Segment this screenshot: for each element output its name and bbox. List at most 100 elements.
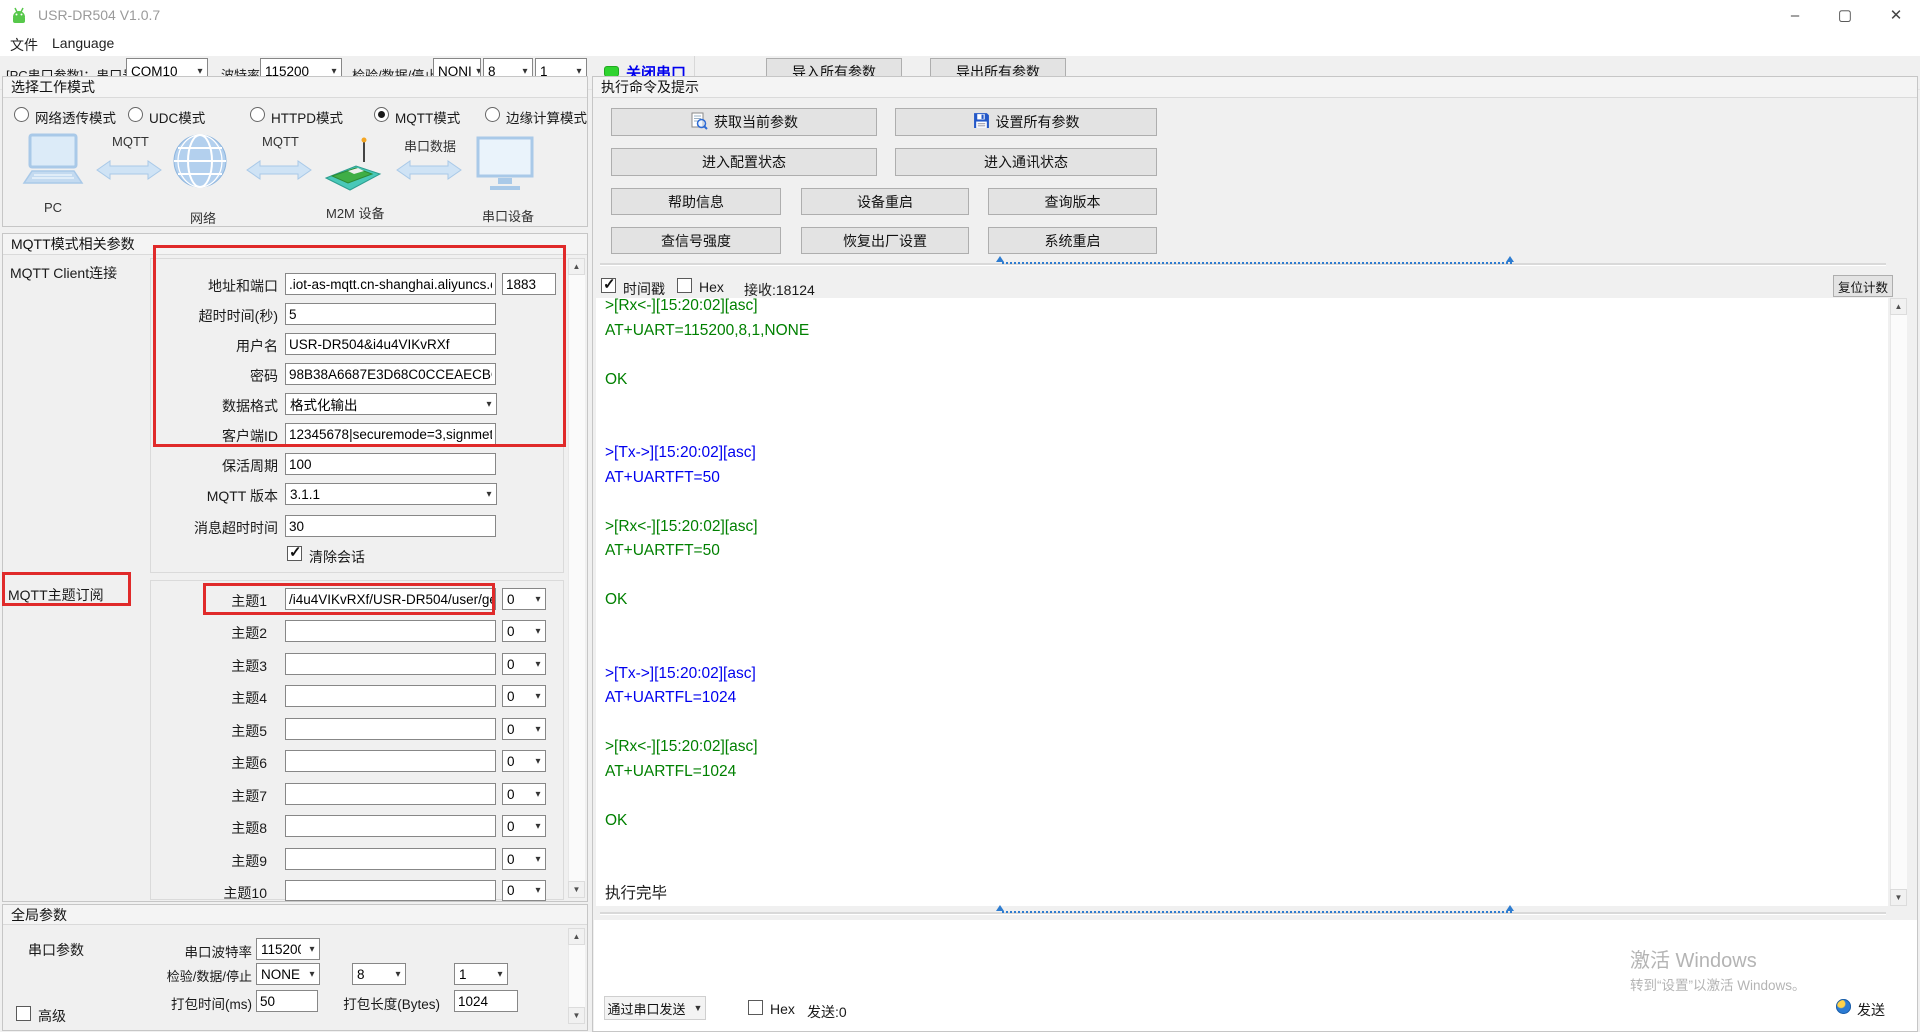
pack-time-input[interactable]	[256, 990, 318, 1012]
topic4-qos-select[interactable]: 0▾	[502, 685, 546, 707]
hex-checkbox[interactable]	[677, 278, 692, 293]
set-params-button[interactable]: 设置所有参数	[895, 108, 1157, 136]
radio-httpd-mode[interactable]	[250, 107, 265, 122]
topic6-qos-select[interactable]: 0▾	[502, 750, 546, 772]
global-stopbits-select[interactable]: 1▾	[454, 963, 508, 985]
signal-strength-button[interactable]: 查信号强度	[611, 227, 781, 254]
mqtt-panel-scrollbar[interactable]	[568, 258, 585, 898]
window-title: USR-DR504 V1.0.7	[38, 7, 160, 23]
mqtt-version-label: MQTT 版本	[148, 486, 278, 506]
pc-label: PC	[44, 200, 62, 215]
scroll-up-icon[interactable]: ▲	[568, 928, 585, 945]
topic9-input[interactable]	[285, 848, 496, 870]
clear-session-checkbox[interactable]	[287, 546, 302, 561]
log-area[interactable]: >[Rx<-][15:20:02][asc] AT+UART=115200,8,…	[596, 298, 1888, 906]
topic8-qos-select[interactable]: 0▾	[502, 815, 546, 837]
sent-count-label: 发送:0	[807, 1002, 847, 1022]
factory-reset-button[interactable]: 恢复出厂设置	[801, 227, 969, 254]
username-input[interactable]	[285, 333, 496, 355]
topic7-qos-select[interactable]: 0▾	[502, 783, 546, 805]
scroll-down-icon[interactable]: ▼	[568, 881, 585, 898]
enter-comm-button[interactable]: 进入通讯状态	[895, 148, 1157, 176]
address-input[interactable]	[285, 273, 496, 295]
topic5-input[interactable]	[285, 718, 496, 740]
advanced-checkbox[interactable]	[16, 1006, 31, 1021]
enter-config-button[interactable]: 进入配置状态	[611, 148, 877, 176]
trackbar-marker-icon[interactable]	[1506, 905, 1514, 911]
global-databits-select[interactable]: 8▾	[352, 963, 406, 985]
send-hex-checkbox[interactable]	[748, 1000, 763, 1015]
scroll-down-icon[interactable]: ▼	[568, 1007, 585, 1024]
mqtt-params-group-header: MQTT模式相关参数	[3, 234, 587, 255]
scroll-up-icon[interactable]: ▲	[1890, 298, 1907, 315]
keepalive-input[interactable]	[285, 453, 496, 475]
trackbar-marker-icon[interactable]	[996, 905, 1004, 911]
radio-udc-mode-label: UDC模式	[149, 107, 205, 127]
msg-timeout-input[interactable]	[285, 515, 496, 537]
global-databits-value: 8	[357, 967, 365, 982]
mqtt-arrow-label-1: MQTT	[112, 134, 149, 149]
topic3-input[interactable]	[285, 653, 496, 675]
scroll-down-icon[interactable]: ▼	[1890, 889, 1907, 906]
topic2-input[interactable]	[285, 620, 496, 642]
topic7-input[interactable]	[285, 783, 496, 805]
device-reboot-button[interactable]: 设备重启	[801, 188, 969, 215]
topic1-input[interactable]	[285, 588, 496, 610]
chevron-down-icon: ▾	[531, 821, 545, 832]
topic10-input[interactable]	[285, 880, 496, 901]
log-line	[605, 833, 1888, 858]
close-button[interactable]: ✕	[1872, 0, 1920, 30]
topic8-input[interactable]	[285, 815, 496, 837]
data-format-select[interactable]: 格式化输出▾	[285, 393, 497, 415]
topic10-qos-select[interactable]: 0▾	[502, 880, 546, 901]
timestamp-checkbox[interactable]	[601, 278, 616, 293]
topic6-input[interactable]	[285, 750, 496, 772]
help-button[interactable]: 帮助信息	[611, 188, 781, 215]
menu-language[interactable]: Language	[52, 35, 114, 51]
radio-udc-mode[interactable]	[128, 107, 143, 122]
trackbar-marker-icon[interactable]	[996, 256, 1004, 262]
minimize-button[interactable]: –	[1772, 0, 1818, 30]
topic9-qos-select[interactable]: 0▾	[502, 848, 546, 870]
chevron-down-icon: ▾	[518, 66, 532, 77]
get-params-button[interactable]: 获取当前参数	[611, 108, 877, 136]
mqtt-subscribe-section-label: MQTT主题订阅	[8, 585, 104, 605]
log-scrollbar[interactable]	[1890, 298, 1907, 906]
radio-edge-mode[interactable]	[485, 107, 500, 122]
global-parity-select[interactable]: NONE▾	[256, 963, 320, 985]
menu-file[interactable]: 文件	[10, 35, 38, 55]
global-baud-select[interactable]: 115200▾	[256, 938, 320, 960]
double-arrow-icon	[246, 160, 312, 185]
menu-bar: 文件 Language	[0, 30, 1920, 56]
msg-timeout-label: 消息超时时间	[148, 518, 278, 538]
topic1-qos-select[interactable]: 0▾	[502, 588, 546, 610]
send-via-serial-dropdown[interactable]: 通过串口发送 ▼	[604, 996, 706, 1020]
get-params-label: 获取当前参数	[714, 112, 798, 132]
topic4-input[interactable]	[285, 685, 496, 707]
topic2-qos-select[interactable]: 0▾	[502, 620, 546, 642]
clear-session-label: 清除会话	[309, 547, 365, 567]
scroll-up-icon[interactable]: ▲	[568, 258, 585, 275]
pack-len-input[interactable]	[454, 990, 518, 1012]
query-version-button[interactable]: 查询版本	[988, 188, 1157, 215]
radio-transparent-mode[interactable]	[14, 107, 29, 122]
send-button[interactable]: 发送	[1857, 1000, 1885, 1020]
timeout-input[interactable]	[285, 303, 496, 325]
reset-count-button[interactable]: 复位计数	[1833, 275, 1893, 297]
log-line	[605, 613, 1888, 638]
system-reboot-button[interactable]: 系统重启	[988, 227, 1157, 254]
topic3-qos-select[interactable]: 0▾	[502, 653, 546, 675]
trackbar-marker-icon[interactable]	[1506, 256, 1514, 262]
port-input[interactable]	[502, 273, 556, 295]
maximize-button[interactable]: ▢	[1822, 0, 1868, 30]
password-input[interactable]	[285, 363, 496, 385]
clientid-input[interactable]	[285, 423, 496, 445]
chevron-down-icon: ▾	[572, 66, 586, 77]
mqtt-version-select[interactable]: 3.1.1▾	[285, 483, 497, 505]
radio-mqtt-mode[interactable]	[374, 107, 389, 122]
qos-value: 0	[507, 883, 515, 898]
data-format-value: 格式化输出	[290, 394, 358, 414]
log-line: OK	[605, 809, 1888, 834]
search-doc-icon	[690, 112, 708, 133]
topic5-qos-select[interactable]: 0▾	[502, 718, 546, 740]
